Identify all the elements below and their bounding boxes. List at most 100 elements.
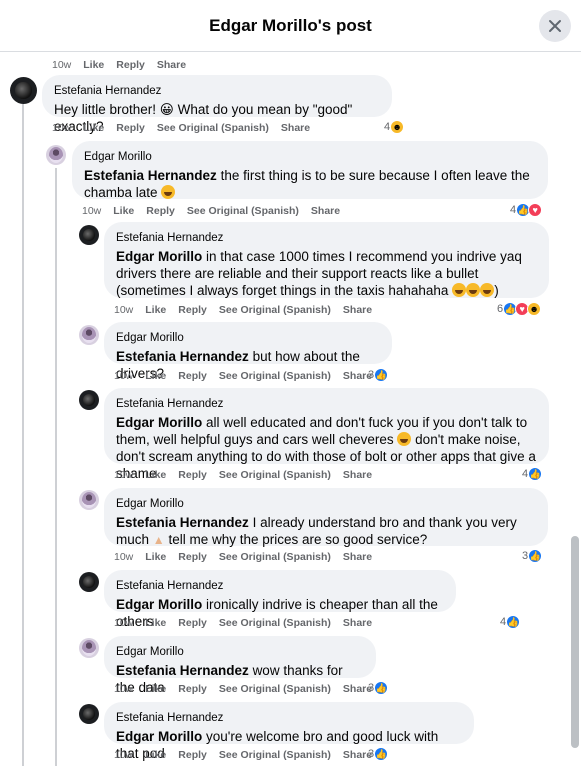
avatar[interactable] <box>79 638 99 658</box>
share-link[interactable]: Share <box>343 469 372 481</box>
see-original-link[interactable]: See Original (Spanish) <box>157 122 269 134</box>
close-button[interactable] <box>539 10 571 42</box>
see-original-link[interactable]: See Original (Spanish) <box>187 205 299 217</box>
comment-actions: 10w Like Reply See Original (Spanish) Sh… <box>114 683 384 695</box>
haha-reaction-icon: ☻ <box>390 120 405 134</box>
comment-actions: 10w Like Reply See Original (Spanish) Sh… <box>114 551 384 563</box>
comment-bubble: Edgar Morillo Estefania Hernandez the fi… <box>72 141 548 200</box>
see-original-link[interactable]: See Original (Spanish) <box>219 304 331 316</box>
comment-author[interactable]: Edgar Morillo <box>116 644 364 661</box>
reply-link[interactable]: Reply <box>178 749 207 761</box>
like-link[interactable]: Like <box>145 617 166 629</box>
comment-mention[interactable]: Estefania Hernandez <box>84 168 217 183</box>
comment-text-end: tell me why the prices are so good servi… <box>168 532 428 547</box>
reply-link[interactable]: Reply <box>178 469 207 481</box>
see-original-link[interactable]: See Original (Spanish) <box>219 617 331 629</box>
comment-bubble: Estefania Hernandez Edgar Morillo ironic… <box>104 570 456 629</box>
like-link[interactable]: Like <box>145 370 166 382</box>
avatar[interactable] <box>79 572 99 592</box>
like-link[interactable]: Like <box>83 122 104 134</box>
like-link[interactable]: Like <box>145 551 166 563</box>
comment-actions: 10w Like Reply See Original (Spanish) Sh… <box>114 304 384 316</box>
reaction-summary[interactable]: 6 👍 ♥ ☻ <box>497 302 542 316</box>
reaction-summary[interactable]: 3 👍 <box>368 681 389 695</box>
comment-mention[interactable]: Edgar Morillo <box>116 729 202 744</box>
thread-line <box>22 104 24 766</box>
close-icon <box>549 20 561 32</box>
share-link[interactable]: Share <box>281 122 310 134</box>
comment-bubble: Estefania Hernandez Edgar Morillo you're… <box>104 702 474 761</box>
reaction-summary[interactable]: 4 ☻ <box>384 120 405 134</box>
avatar[interactable] <box>10 77 37 104</box>
comment-author[interactable]: Estefania Hernandez <box>116 710 462 727</box>
reply-link[interactable]: Reply <box>178 551 207 563</box>
comment-mention[interactable]: Estefania Hernandez <box>116 663 249 678</box>
like-reaction-icon: 👍 <box>374 368 389 382</box>
avatar[interactable] <box>79 490 99 510</box>
like-reaction-icon: 👍 <box>374 681 389 695</box>
comment-mention[interactable]: Estefania Hernandez <box>116 515 249 530</box>
share-link[interactable]: Share <box>311 205 340 217</box>
share-link[interactable]: Share <box>343 551 372 563</box>
avatar[interactable] <box>79 225 99 245</box>
like-link[interactable]: Like <box>83 59 104 71</box>
reply-link[interactable]: Reply <box>146 205 175 217</box>
comment-author[interactable]: Edgar Morillo <box>116 496 536 513</box>
reaction-summary[interactable]: 4 👍 <box>522 467 543 481</box>
smile-emoji-icon <box>161 185 176 199</box>
avatar[interactable] <box>79 325 99 345</box>
reaction-summary[interactable]: 3 👍 <box>522 549 543 563</box>
comment-author[interactable]: Estefania Hernandez <box>116 578 444 595</box>
see-original-link[interactable]: See Original (Spanish) <box>219 683 331 695</box>
comment-time: 10w <box>82 205 102 217</box>
comment-author[interactable]: Edgar Morillo <box>116 330 380 347</box>
avatar[interactable] <box>79 390 99 410</box>
reaction-summary[interactable]: 4 👍 ♥ <box>510 203 543 217</box>
comment-author[interactable]: Edgar Morillo <box>84 149 536 166</box>
share-link[interactable]: Share <box>157 59 186 71</box>
like-reaction-icon: 👍 <box>528 549 543 563</box>
comment-actions: 10w Like Reply See Original (Spanish) Sh… <box>114 469 384 481</box>
like-link[interactable]: Like <box>145 469 166 481</box>
avatar[interactable] <box>46 145 66 165</box>
haha-reaction-icon: ☻ <box>527 302 542 316</box>
reply-link[interactable]: Reply <box>116 59 145 71</box>
comment-bubble: Edgar Morillo Estefania Hernandez I alre… <box>104 488 548 547</box>
comment-mention[interactable]: Estefania Hernandez <box>116 349 249 364</box>
reply-link[interactable]: Reply <box>178 370 207 382</box>
comment-author[interactable]: Estefania Hernandez <box>54 83 380 100</box>
comment-actions: 10w Like Reply See Original (Spanish) Sh… <box>114 370 384 382</box>
comment-bubble: Estefania Hernandez Hey little brother! … <box>42 75 392 134</box>
comment-actions: 10w Like Reply See Original (Spanish) Sh… <box>82 205 352 217</box>
like-link[interactable]: Like <box>145 304 166 316</box>
like-link[interactable]: Like <box>113 205 134 217</box>
avatar[interactable] <box>79 704 99 724</box>
praying-hands-emoji-icon: ▲ <box>152 533 165 547</box>
reply-link[interactable]: Reply <box>116 122 145 134</box>
comment-text-end: ) <box>494 283 499 298</box>
comment-author[interactable]: Estefania Hernandez <box>116 396 537 413</box>
share-link[interactable]: Share <box>343 304 372 316</box>
like-link[interactable]: Like <box>145 683 166 695</box>
see-original-link[interactable]: See Original (Spanish) <box>219 469 331 481</box>
see-original-link[interactable]: See Original (Spanish) <box>219 370 331 382</box>
comment-mention[interactable]: Edgar Morillo <box>116 597 202 612</box>
reply-link[interactable]: Reply <box>178 683 207 695</box>
comment-mention[interactable]: Edgar Morillo <box>116 249 202 264</box>
scrollbar[interactable] <box>571 536 579 748</box>
share-link[interactable]: Share <box>343 617 372 629</box>
reaction-summary[interactable]: 4 👍 <box>500 615 521 629</box>
like-link[interactable]: Like <box>145 749 166 761</box>
laugh-emoji-icon <box>480 283 495 297</box>
dialog-title: Edgar Morillo's post <box>209 16 372 35</box>
comment-time: 10w <box>114 551 134 563</box>
see-original-link[interactable]: See Original (Spanish) <box>219 551 331 563</box>
see-original-link[interactable]: See Original (Spanish) <box>219 749 331 761</box>
reply-link[interactable]: Reply <box>178 304 207 316</box>
comment-mention[interactable]: Edgar Morillo <box>116 415 202 430</box>
reaction-summary[interactable]: 3 👍 <box>368 747 389 761</box>
comment-author[interactable]: Estefania Hernandez <box>116 230 537 247</box>
reply-link[interactable]: Reply <box>178 617 207 629</box>
reaction-summary[interactable]: 3 👍 <box>368 368 389 382</box>
comment-time: 10w <box>114 749 134 761</box>
